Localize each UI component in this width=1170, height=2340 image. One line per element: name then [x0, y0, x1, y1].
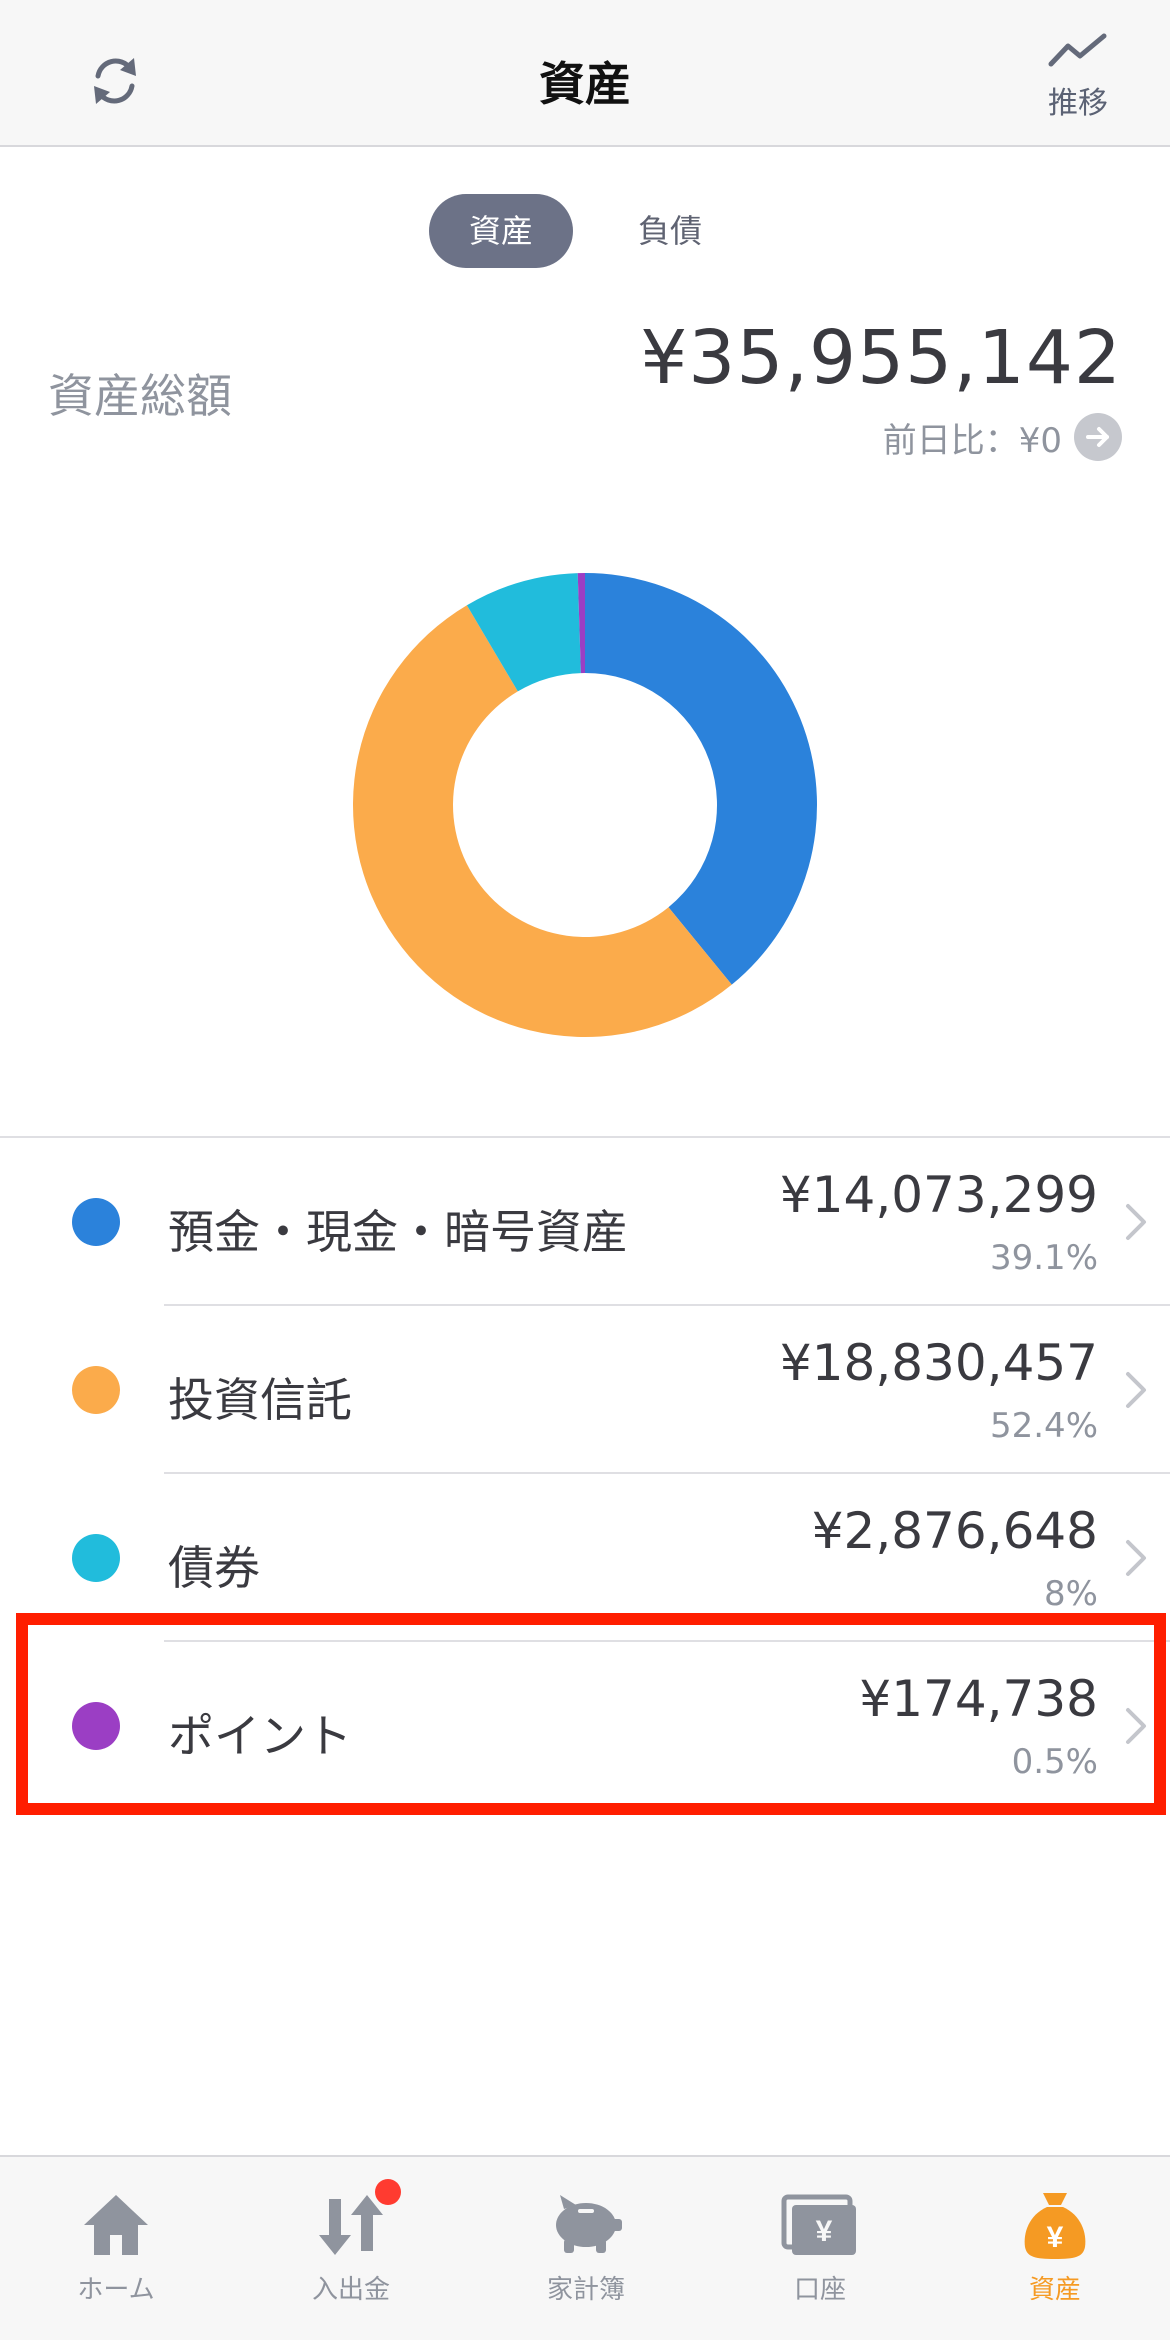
- arrow-right-circle-icon: [1074, 413, 1122, 461]
- asset-name: 投資信託: [168, 1373, 352, 1427]
- trend-button[interactable]: 推移: [1038, 30, 1118, 122]
- money-bag-yen-icon: ¥: [1024, 2193, 1086, 2259]
- tab-transactions[interactable]: 入出金: [251, 2179, 451, 2306]
- chevron-right-icon: [1126, 1372, 1146, 1408]
- asset-donut-chart: [350, 570, 820, 1040]
- notification-badge: [375, 2179, 401, 2205]
- transfer-arrows-icon: [319, 2195, 383, 2255]
- chevron-right-icon: [1126, 1204, 1146, 1240]
- piggy-bank-icon: [556, 2195, 622, 2253]
- tab-liabilities[interactable]: 負債: [612, 194, 728, 268]
- highlight-annotation-box: [16, 1613, 1166, 1815]
- asset-name: 預金・現金・暗号資産: [168, 1205, 628, 1259]
- color-dot: [72, 1366, 120, 1414]
- wallet-yen-icon: ¥: [781, 2194, 856, 2255]
- tab-label: 入出金: [311, 2275, 390, 2305]
- total-assets-label: 資産総額: [48, 369, 232, 423]
- trend-label: 推移: [1048, 86, 1108, 121]
- tab-label: ホーム: [77, 2275, 155, 2305]
- svg-text:¥: ¥: [1047, 2221, 1064, 2254]
- tab-label: 家計簿: [546, 2275, 625, 2305]
- asset-percent: 52.4%: [989, 1406, 1098, 1446]
- tab-label: 資産: [1028, 2275, 1081, 2305]
- asset-amount: ¥14,073,299: [779, 1166, 1098, 1224]
- asset-amount: ¥2,876,648: [811, 1502, 1098, 1560]
- tab-budget[interactable]: 家計簿: [486, 2185, 686, 2306]
- asset-percent: 39.1%: [989, 1238, 1098, 1278]
- color-dot: [72, 1198, 120, 1246]
- donut-slice: [585, 573, 817, 985]
- trend-chart-icon: [1048, 33, 1107, 67]
- svg-text:¥: ¥: [816, 2215, 833, 2248]
- assets-screen: 資産 推移 資産 負債 資産総額 ¥35,955,142 前日比：¥0 預金・現…: [0, 0, 1170, 2340]
- asset-row-deposits[interactable]: 預金・現金・暗号資産 ¥14,073,299 39.1%: [0, 1138, 1170, 1306]
- asset-liability-toggle: 資産 負債: [0, 194, 1170, 268]
- home-icon: [84, 2195, 148, 2255]
- asset-percent: 8%: [1044, 1574, 1098, 1614]
- total-assets-value: ¥35,955,142: [640, 315, 1122, 401]
- color-dot: [72, 1534, 120, 1582]
- tab-assets[interactable]: 資産: [429, 194, 573, 268]
- asset-amount: ¥18,830,457: [779, 1334, 1098, 1392]
- tab-assets-nav[interactable]: ¥ 資産: [955, 2185, 1155, 2306]
- bottom-tab-bar: ホーム 入出金 家計簿 ¥ 口座 ¥ 資産: [0, 2155, 1170, 2340]
- day-change-text: 前日比：¥0: [882, 420, 1062, 461]
- day-change-link[interactable]: 前日比：¥0: [883, 412, 1122, 462]
- tab-accounts[interactable]: ¥ 口座: [720, 2185, 920, 2306]
- asset-name: 債券: [168, 1541, 260, 1595]
- header-bar: 資産 推移: [0, 0, 1170, 147]
- asset-row-investment-trusts[interactable]: 投資信託 ¥18,830,457 52.4%: [0, 1306, 1170, 1474]
- tab-label: 口座: [793, 2275, 846, 2305]
- page-title: 資産: [539, 57, 631, 111]
- chevron-right-icon: [1126, 1540, 1146, 1576]
- tab-home[interactable]: ホーム: [16, 2185, 216, 2306]
